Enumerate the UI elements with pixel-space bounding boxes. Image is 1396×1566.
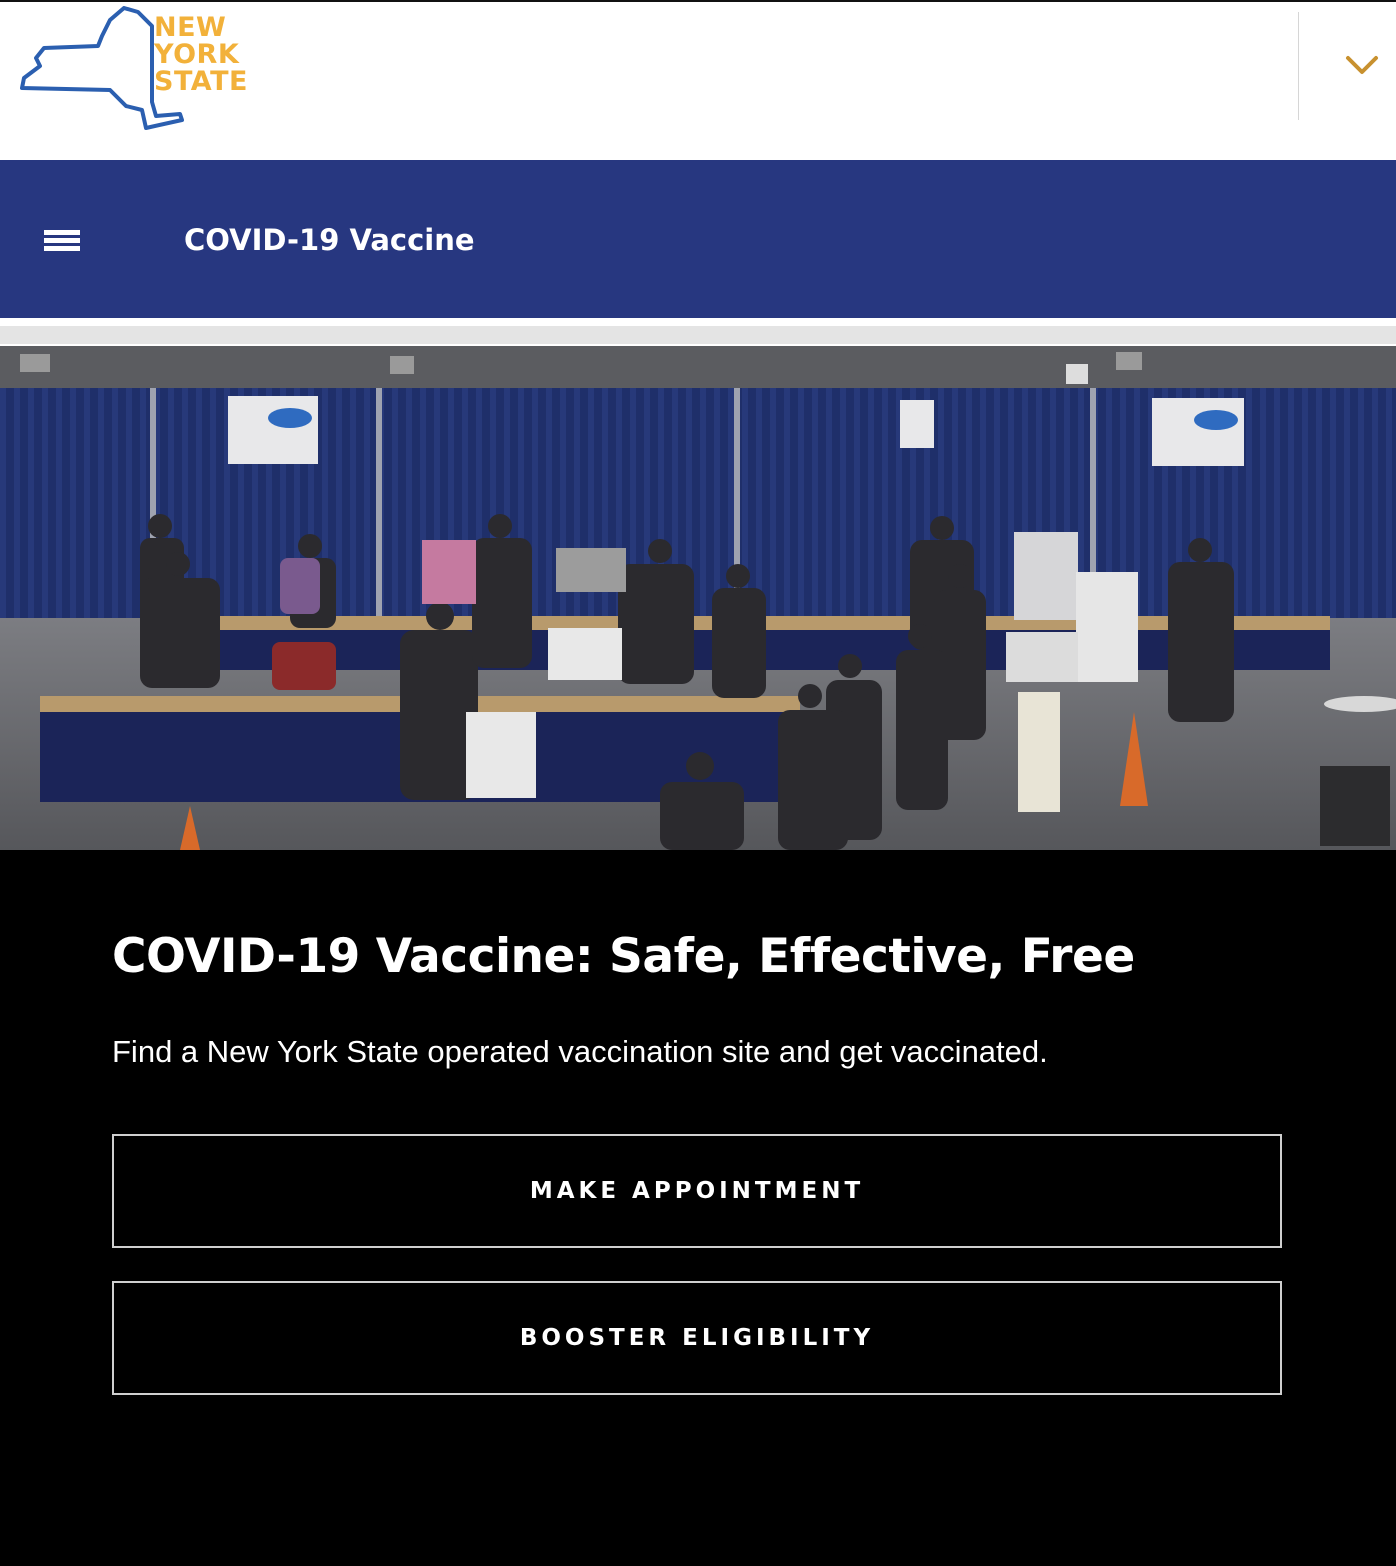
nys-logo[interactable]: NEW YORK STATE	[14, 6, 247, 132]
logo-line-1: NEW	[154, 12, 227, 43]
hero-image	[0, 346, 1396, 850]
make-appointment-button[interactable]: MAKE APPOINTMENT	[112, 1134, 1282, 1248]
site-header: NEW YORK STATE	[0, 0, 1396, 160]
hero-content: COVID-19 Vaccine: Safe, Effective, Free …	[112, 920, 1282, 1395]
logo-line-3: STATE	[154, 66, 248, 97]
booster-eligibility-button[interactable]: BOOSTER ELIGIBILITY	[112, 1281, 1282, 1395]
header-divider	[1298, 12, 1299, 120]
hamburger-menu-icon	[44, 230, 80, 251]
nav-title[interactable]: COVID-19 Vaccine	[184, 222, 475, 258]
vaccination-site-photo	[0, 346, 1396, 850]
nav-underline-strip	[0, 318, 1396, 346]
logo-wordmark: NEW YORK STATE	[154, 14, 248, 95]
expand-header-button[interactable]	[1336, 42, 1386, 92]
chevron-down-icon	[1346, 56, 1378, 74]
menu-button[interactable]	[38, 222, 86, 262]
page-headline: COVID-19 Vaccine: Safe, Effective, Free	[112, 929, 1135, 984]
logo-line-2: YORK	[154, 39, 240, 70]
page-subtext: Find a New York State operated vaccinati…	[112, 1034, 1048, 1069]
